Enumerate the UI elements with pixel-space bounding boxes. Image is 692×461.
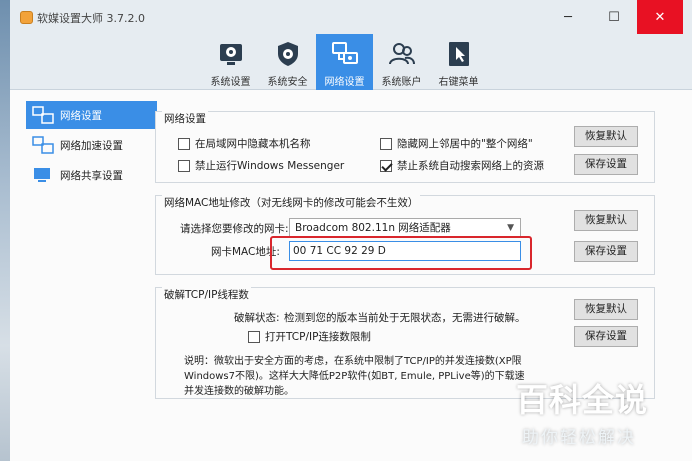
adapter-select[interactable]: Broadcom 802.11n 网络适配器 ▼	[289, 218, 521, 238]
sidebar-item-label: 网络设置	[60, 109, 102, 122]
checkbox-box[interactable]	[178, 159, 190, 172]
tab-label: 系统设置	[210, 77, 251, 88]
adapter-select-label: 请选择您要修改的网卡:	[180, 223, 289, 235]
disable-auto-search-checkbox[interactable]: 禁止系统自动搜索网络上的资源	[380, 158, 544, 173]
hide-computer-name-checkbox[interactable]: 在局域网中隐藏本机名称	[178, 136, 311, 151]
checkbox-box-checked[interactable]	[380, 159, 392, 172]
checkbox-label: 打开TCP/IP连接数限制	[265, 331, 371, 343]
tcp-limit-checkbox[interactable]: 打开TCP/IP连接数限制	[248, 329, 371, 344]
tab-system-security[interactable]: 系统安全	[259, 34, 316, 90]
note-line: 并发连接数的破解功能。	[184, 386, 294, 397]
network-icon	[332, 42, 358, 64]
disable-messenger-checkbox[interactable]: 禁止运行Windows Messenger	[178, 158, 344, 173]
network-settings-icon	[32, 106, 54, 124]
title-bar: 软媒设置大师 3.7.2.0 ─ ☐ ✕	[10, 0, 692, 34]
checkbox-label: 禁止系统自动搜索网络上的资源	[397, 160, 544, 172]
hide-entire-network-checkbox[interactable]: 隐藏网上邻居中的"整个网络"	[380, 136, 533, 151]
checkbox-label: 在局域网中隐藏本机名称	[195, 138, 311, 150]
tab-system-account[interactable]: 系统账户	[373, 34, 430, 90]
sidebar: 网络设置 网络加速设置 网络共享设置	[26, 101, 157, 191]
checkbox-label: 隐藏网上邻居中的"整个网络"	[397, 138, 533, 150]
save-settings-button[interactable]: 保存设置	[574, 154, 638, 175]
tcp-note: 说明：微软出于安全方面的考虑，在系统中限制了TCP/IP的并发连接数(XP限 W…	[184, 354, 524, 399]
sidebar-item-network-settings[interactable]: 网络设置	[26, 101, 157, 129]
checkbox-box[interactable]	[248, 330, 260, 343]
watermark-subtitle: 助你轻松解决	[522, 428, 636, 448]
app-logo-icon	[20, 11, 33, 24]
crack-status-label: 破解状态:	[234, 312, 280, 324]
restore-default-button[interactable]: 恢复默认	[574, 126, 638, 147]
system-gear-icon	[220, 44, 242, 65]
tab-label: 系统账户	[381, 77, 422, 88]
network-share-icon	[34, 168, 50, 182]
tab-network-settings[interactable]: 网络设置	[316, 34, 373, 90]
network-settings-group: 网络设置 在局域网中隐藏本机名称 隐藏网上邻居中的"整个网络" 禁止运行Wind…	[155, 111, 655, 183]
sidebar-item-label: 网络加速设置	[60, 139, 123, 152]
checkbox-box[interactable]	[178, 137, 190, 150]
restore-default-button[interactable]: 恢复默认	[574, 299, 638, 320]
tab-label: 右键菜单	[438, 77, 479, 88]
tab-context-menu[interactable]: 右键菜单	[430, 34, 487, 90]
group-title: 破解TCP/IP线程数	[162, 287, 251, 302]
save-settings-button[interactable]: 保存设置	[574, 326, 638, 347]
tab-label: 系统安全	[267, 77, 308, 88]
highlight-annotation	[270, 236, 532, 270]
sidebar-item-label: 网络共享设置	[60, 169, 123, 182]
users-icon	[389, 43, 415, 65]
cursor-icon	[449, 42, 469, 66]
window-title: 软媒设置大师 3.7.2.0	[37, 12, 145, 25]
sidebar-item-network-speed[interactable]: 网络加速设置	[26, 131, 157, 159]
note-line: Windows7不限)。这样大大降低P2P软件(如BT, Emule, PPLi…	[184, 371, 524, 382]
checkbox-label: 禁止运行Windows Messenger	[195, 160, 345, 172]
shield-gear-icon	[278, 42, 298, 66]
adapter-select-value: Broadcom 802.11n 网络适配器	[295, 222, 451, 234]
save-settings-button[interactable]: 保存设置	[574, 241, 638, 262]
group-title: 网络设置	[162, 111, 208, 126]
watermark: 百科全说 助你轻松解决	[492, 371, 692, 461]
close-button[interactable]: ✕	[637, 0, 683, 34]
tab-label: 网络设置	[324, 77, 365, 88]
crack-status-text: 检测到您的版本当前处于无限状态，无需进行破解。	[284, 312, 526, 324]
group-title: 网络MAC地址修改（对无线网卡的修改可能会不生效）	[162, 195, 421, 210]
sidebar-item-network-share[interactable]: 网络共享设置	[26, 161, 157, 189]
restore-default-button[interactable]: 恢复默认	[574, 210, 638, 231]
chevron-down-icon: ▼	[507, 223, 514, 233]
tab-system-settings[interactable]: 系统设置	[202, 34, 259, 90]
minimize-button[interactable]: ─	[545, 0, 591, 34]
checkbox-box[interactable]	[380, 137, 392, 150]
main-toolbar: 系统设置 系统安全 网络设置 系统账户 右键菜单	[10, 34, 692, 90]
watermark-title: 百科全说	[516, 381, 649, 419]
network-speed-icon	[32, 136, 54, 154]
note-line: 说明：微软出于安全方面的考虑，在系统中限制了TCP/IP的并发连接数(XP限	[184, 356, 522, 367]
maximize-button[interactable]: ☐	[591, 0, 637, 34]
